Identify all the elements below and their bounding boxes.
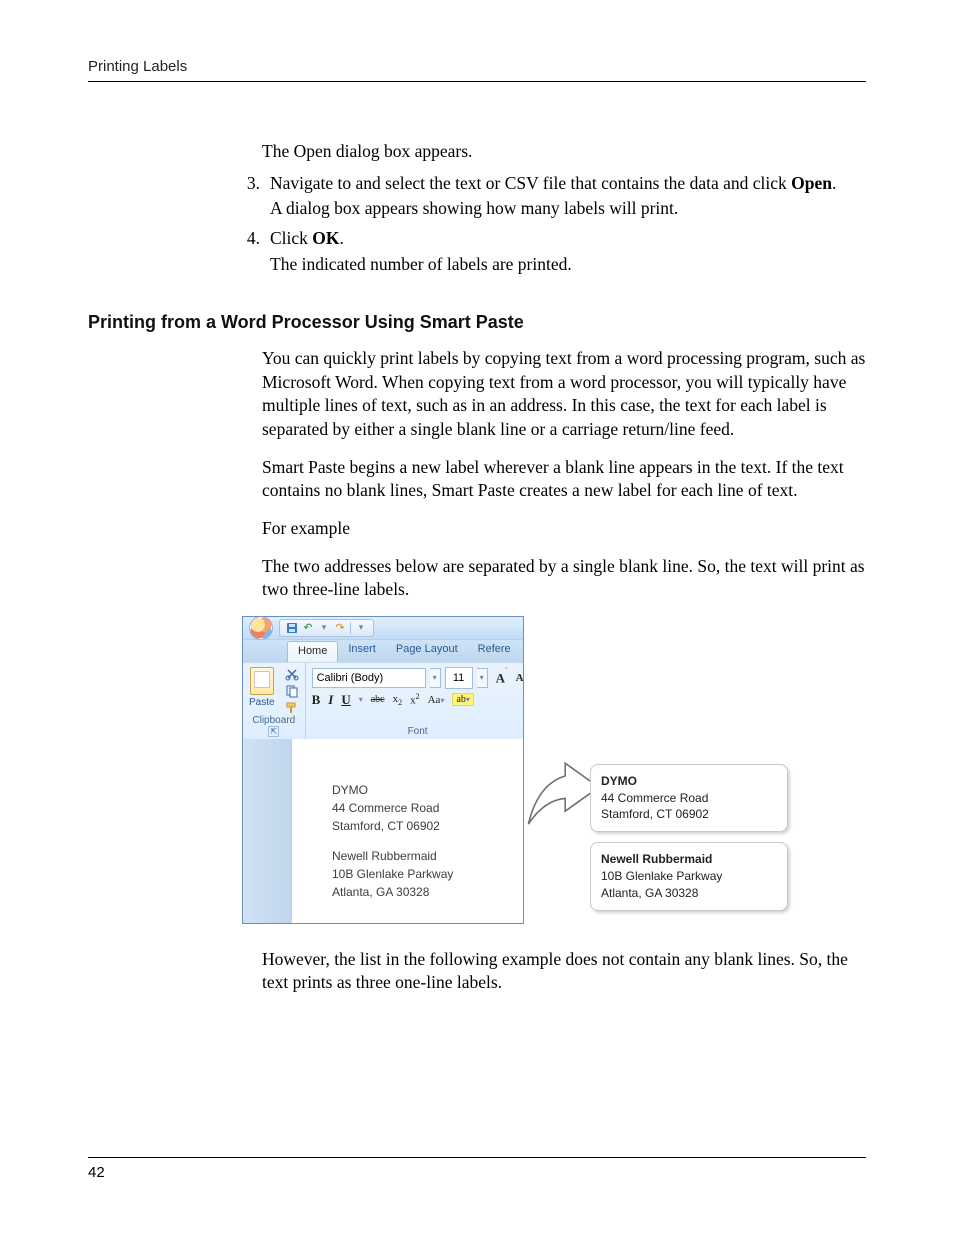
- page: Printing Labels The Open dialog box appe…: [0, 0, 954, 1235]
- content-area: The Open dialog box appears. 3. Navigate…: [88, 140, 866, 995]
- font-group: ▾ ▾ Aˆ A B I U ▾ abc x2: [306, 663, 524, 739]
- doc-a2-l1: 10B Glenlake Parkway: [332, 865, 523, 883]
- header-rule: [88, 81, 866, 82]
- label-1: DYMO 44 Commerce Road Stamford, CT 06902: [590, 764, 788, 832]
- running-header: Printing Labels: [88, 58, 866, 75]
- label-2-l2: Atlanta, GA 30328: [601, 885, 777, 902]
- font-size-dropdown-icon[interactable]: ▾: [477, 668, 488, 688]
- copy-icon[interactable]: [285, 684, 299, 698]
- step-3-sub: A dialog box appears showing how many la…: [270, 197, 866, 221]
- paste-label: Paste: [249, 697, 275, 708]
- intro-line: The Open dialog box appears.: [262, 140, 862, 164]
- body-p1: You can quickly print labels by copying …: [262, 347, 866, 442]
- step-4-number: 4.: [238, 227, 260, 276]
- step-3-bold-open: Open: [791, 173, 832, 193]
- doc-a1-title: DYMO: [332, 781, 523, 799]
- font-name-input[interactable]: [312, 668, 426, 688]
- document-area: DYMO 44 Commerce Road Stamford, CT 06902…: [243, 739, 523, 923]
- footer-rule: [88, 1157, 866, 1158]
- doc-a1-l1: 44 Commerce Road: [332, 799, 523, 817]
- step-3-text-a: Navigate to and select the text or CSV f…: [270, 173, 791, 193]
- doc-a2-l2: Atlanta, GA 30328: [332, 883, 523, 901]
- label-2: Newell Rubbermaid 10B Glenlake Parkway A…: [590, 842, 788, 910]
- doc-a1-l2: Stamford, CT 06902: [332, 817, 523, 835]
- page-number: 42: [88, 1164, 866, 1181]
- ribbon: Paste: [243, 662, 523, 739]
- output-labels: DYMO 44 Commerce Road Stamford, CT 06902…: [590, 764, 788, 921]
- office-button-icon[interactable]: [249, 616, 273, 640]
- step-4: 4. Click OK. The indicated number of lab…: [238, 227, 866, 276]
- paste-button[interactable]: Paste: [249, 667, 275, 715]
- tab-page-layout[interactable]: Page Layout: [386, 640, 468, 662]
- format-painter-icon[interactable]: [285, 701, 299, 715]
- shrink-font-icon[interactable]: A: [516, 672, 524, 684]
- doc-a2-title: Newell Rubbermaid: [332, 847, 523, 865]
- step-3-number: 3.: [238, 172, 260, 221]
- step-4-sub: The indicated number of labels are print…: [270, 253, 866, 277]
- font-name-dropdown-icon[interactable]: ▾: [430, 668, 441, 688]
- underline-button[interactable]: U: [341, 692, 350, 708]
- body-p4: The two addresses below are separated by…: [262, 555, 866, 602]
- change-case-button[interactable]: Aa▾: [428, 694, 445, 706]
- step-4-text-b: .: [340, 228, 344, 248]
- label-2-l1: 10B Glenlake Parkway: [601, 868, 777, 885]
- quick-access-toolbar: ↶ ▾ ↷ ▾: [279, 619, 374, 637]
- italic-button[interactable]: I: [328, 692, 333, 708]
- clipboard-label: Clipboard: [252, 715, 295, 726]
- underline-dropdown-icon[interactable]: ▾: [359, 695, 363, 704]
- word-window: ↶ ▾ ↷ ▾ Home Insert Page Layout Refere: [242, 616, 524, 924]
- subscript-button[interactable]: x2: [393, 693, 403, 707]
- font-label: Font: [312, 726, 524, 739]
- clipboard-group: Paste: [243, 663, 306, 739]
- save-icon[interactable]: [286, 622, 298, 634]
- redo-icon[interactable]: ↷: [334, 622, 346, 634]
- superscript-button[interactable]: x2: [410, 692, 420, 707]
- bold-button[interactable]: B: [312, 692, 321, 708]
- step-4-bold-ok: OK: [312, 228, 339, 248]
- step-3-text-b: .: [832, 173, 836, 193]
- highlight-button[interactable]: ab▾: [452, 693, 473, 706]
- qat-customize-icon[interactable]: ▾: [355, 622, 367, 634]
- body-p2: Smart Paste begins a new label wherever …: [262, 456, 866, 503]
- tab-insert[interactable]: Insert: [338, 640, 386, 662]
- label-2-title: Newell Rubbermaid: [601, 851, 777, 868]
- label-1-l1: 44 Commerce Road: [601, 790, 777, 807]
- label-1-l2: Stamford, CT 06902: [601, 806, 777, 823]
- instruction-list: 3. Navigate to and select the text or CS…: [238, 172, 866, 277]
- tab-home[interactable]: Home: [287, 641, 338, 662]
- document-paper[interactable]: DYMO 44 Commerce Road Stamford, CT 06902…: [292, 739, 523, 923]
- step-3: 3. Navigate to and select the text or CS…: [238, 172, 866, 221]
- doc-address-1: DYMO 44 Commerce Road Stamford, CT 06902: [332, 781, 523, 835]
- section-heading: Printing from a Word Processor Using Sma…: [88, 312, 866, 333]
- word-titlebar: ↶ ▾ ↷ ▾: [243, 617, 523, 639]
- body-p5: However, the list in the following examp…: [262, 948, 866, 995]
- step-4-text-a: Click: [270, 228, 312, 248]
- undo-dropdown-icon[interactable]: ▾: [318, 622, 330, 634]
- document-gutter: [243, 739, 292, 923]
- strikethrough-button[interactable]: abc: [371, 694, 385, 705]
- paste-icon: [250, 667, 274, 695]
- page-footer: 42: [88, 1157, 866, 1181]
- grow-font-icon[interactable]: Aˆ: [496, 670, 508, 686]
- tab-references[interactable]: Refere: [468, 640, 521, 662]
- undo-icon[interactable]: ↶: [302, 622, 314, 634]
- body-p3: For example: [262, 517, 866, 541]
- font-size-input[interactable]: [445, 667, 473, 689]
- figure-smart-paste-example: ↶ ▾ ↷ ▾ Home Insert Page Layout Refere: [242, 616, 866, 926]
- qat-separator: [350, 622, 351, 634]
- clipboard-launcher-icon[interactable]: ⇱: [268, 726, 279, 737]
- label-1-title: DYMO: [601, 773, 777, 790]
- doc-address-2: Newell Rubbermaid 10B Glenlake Parkway A…: [332, 847, 523, 901]
- ribbon-tabs: Home Insert Page Layout Refere: [243, 639, 523, 662]
- cut-icon[interactable]: [285, 667, 299, 681]
